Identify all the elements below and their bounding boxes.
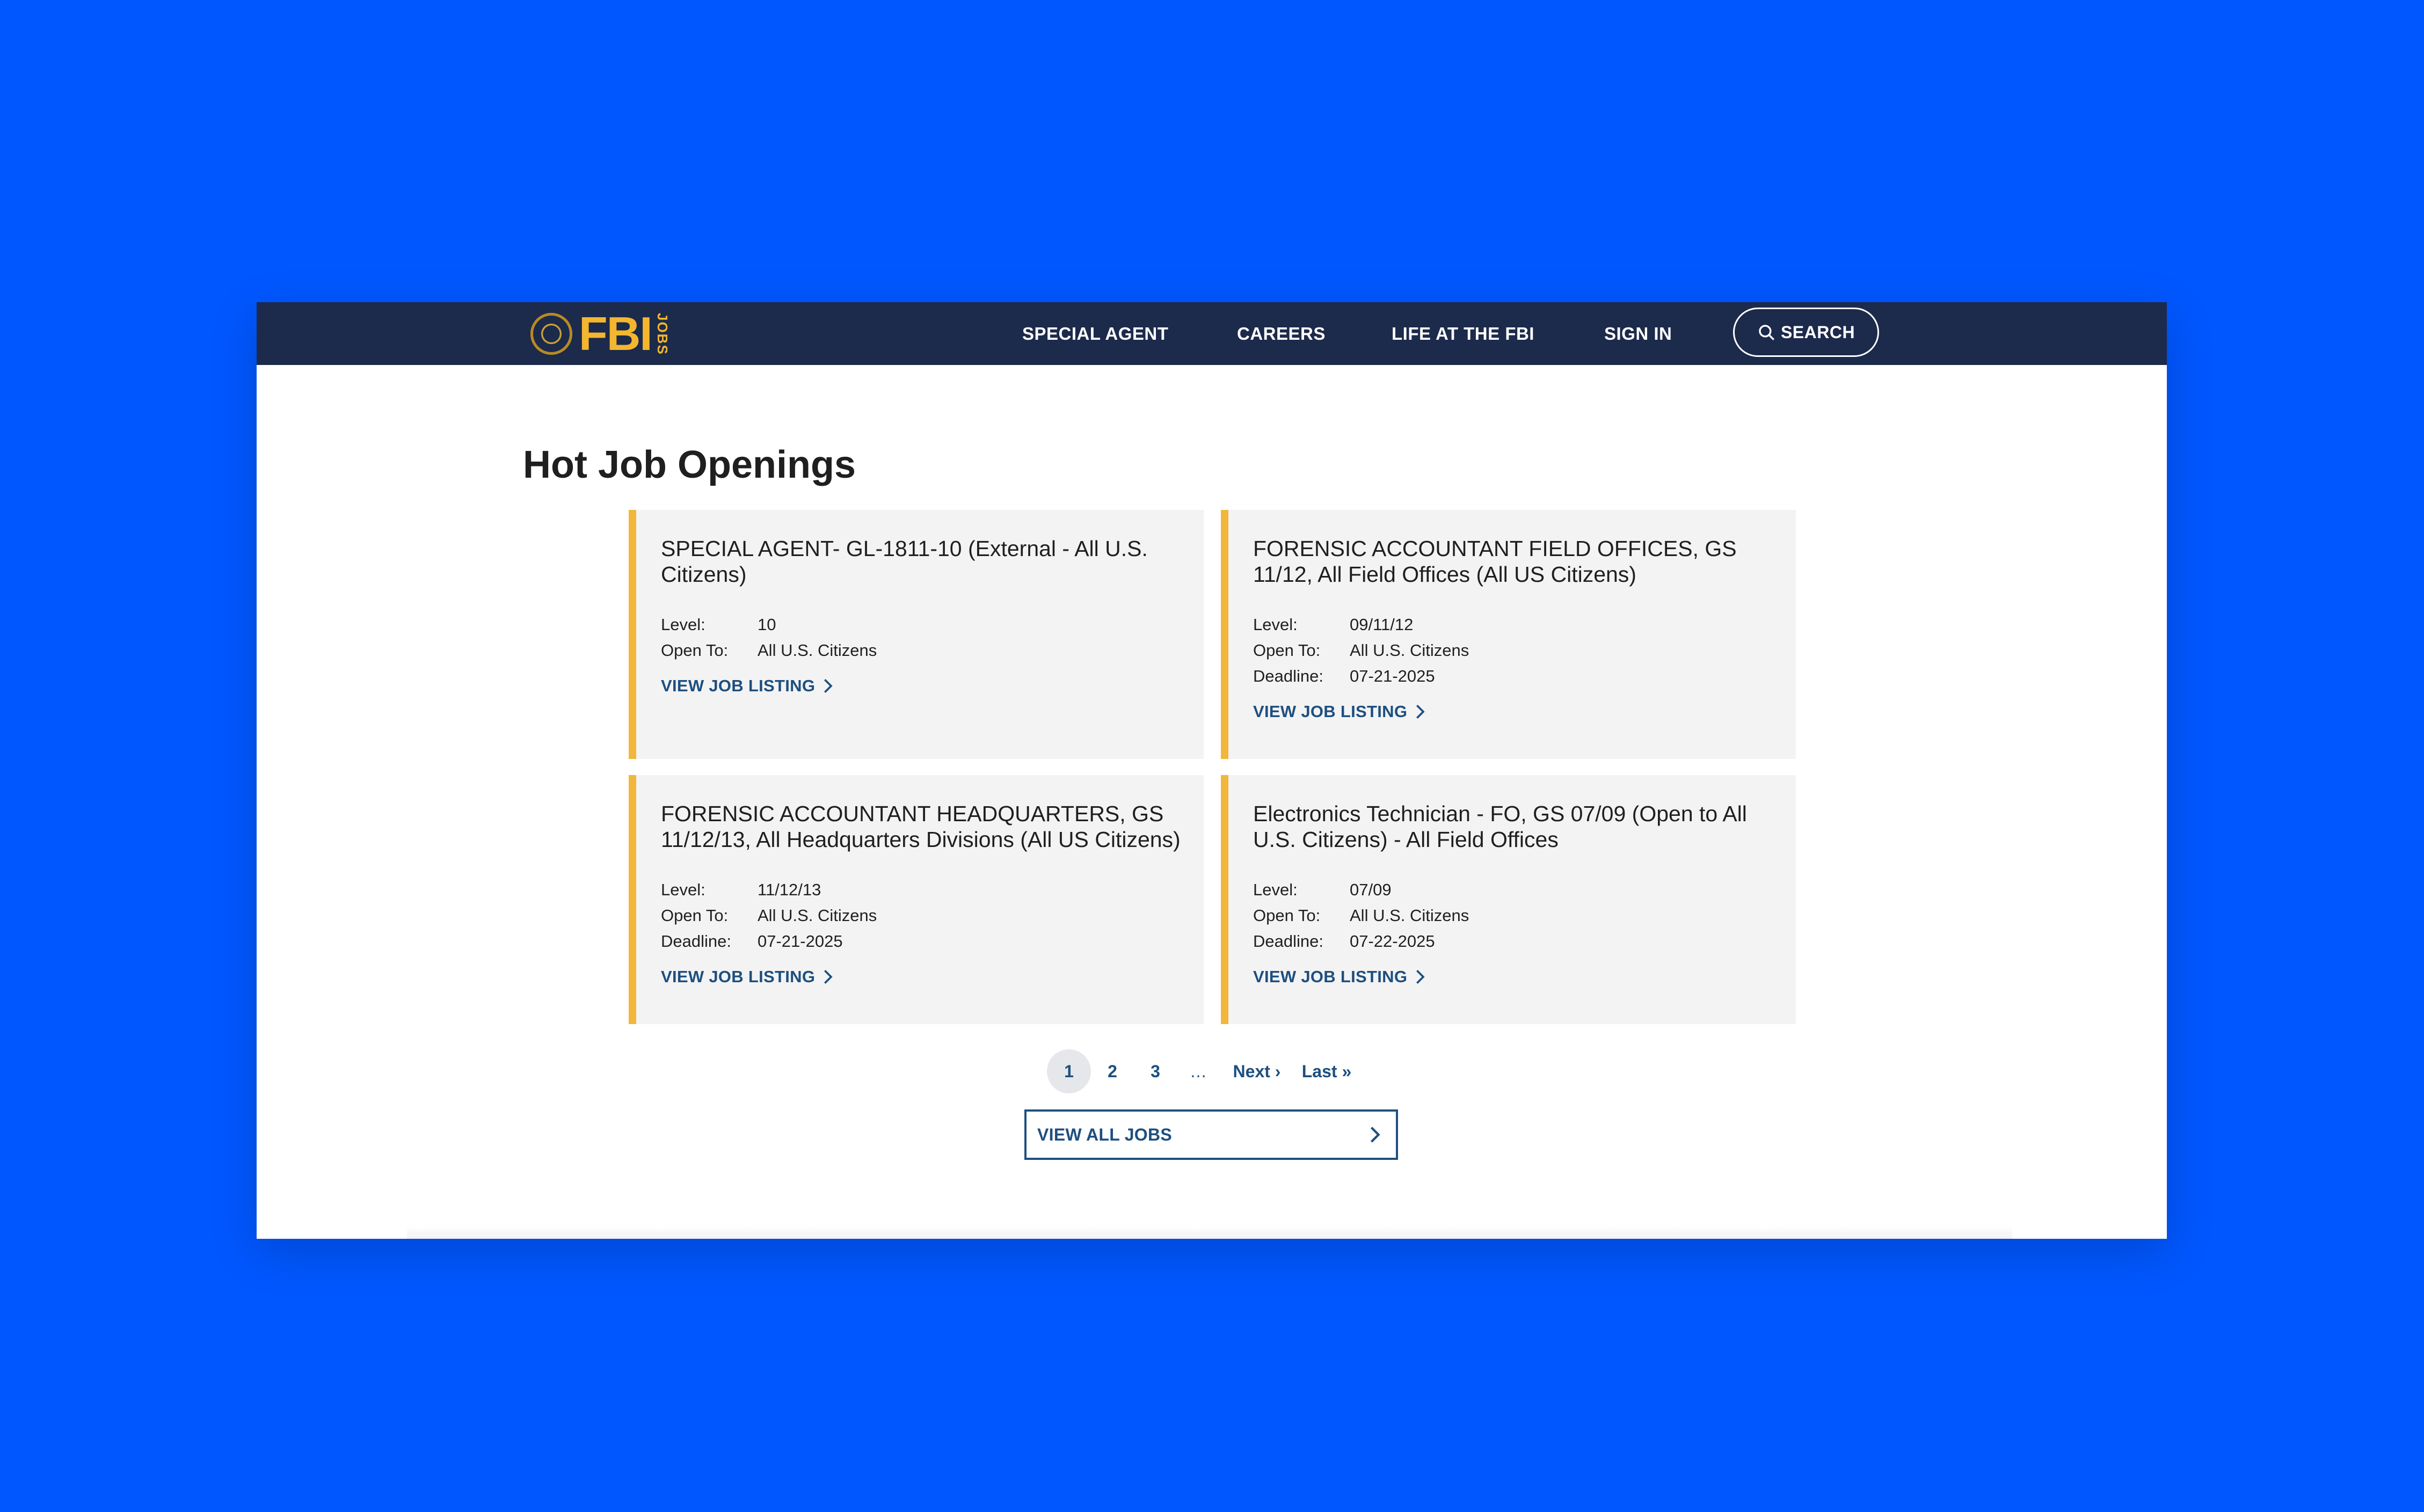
- deadline-label: Deadline:: [1253, 932, 1323, 951]
- view-job-listing-label: VIEW JOB LISTING: [1253, 702, 1408, 721]
- job-deadline-row: Deadline: 07-21-2025: [661, 929, 1204, 954]
- fbi-jobs-logo[interactable]: FBI JOBS: [530, 307, 671, 360]
- deadline-value: 07-21-2025: [758, 932, 843, 951]
- section-divider-shadow: [407, 1226, 2012, 1239]
- level-value: 07/09: [1350, 880, 1392, 899]
- open-to-value: All U.S. Citizens: [758, 906, 877, 925]
- logo-subtext: JOBS: [654, 312, 671, 355]
- job-level-row: Level: 10: [661, 612, 1204, 638]
- chevron-right-icon: [1370, 1127, 1380, 1143]
- level-label: Level:: [661, 880, 705, 899]
- nav-special-agent[interactable]: SPECIAL AGENT: [1022, 302, 1168, 365]
- job-open-to-row: Open To: All U.S. Citizens: [661, 903, 1204, 929]
- nav-sign-in[interactable]: SIGN IN: [1604, 302, 1672, 365]
- view-all-jobs-button[interactable]: VIEW ALL JOBS: [1024, 1109, 1398, 1160]
- fbi-seal-icon: [530, 313, 572, 355]
- browser-window: FBI JOBS SPECIAL AGENT CAREERS LIFE AT T…: [257, 302, 2167, 1239]
- job-deadline-row: Deadline: 07-22-2025: [1253, 929, 1796, 954]
- pagination-ellipsis: …: [1190, 1061, 1207, 1081]
- view-job-listing-link[interactable]: VIEW JOB LISTING: [661, 676, 834, 696]
- view-job-listing-link[interactable]: VIEW JOB LISTING: [1253, 702, 1426, 721]
- open-to-value: All U.S. Citizens: [758, 641, 877, 660]
- search-icon: [1759, 325, 1774, 340]
- deadline-label: Deadline:: [1253, 667, 1323, 685]
- view-job-listing-link[interactable]: VIEW JOB LISTING: [661, 967, 834, 987]
- job-title: SPECIAL AGENT- GL-1811-10 (External - Al…: [661, 536, 1148, 587]
- job-title: Electronics Technician - FO, GS 07/09 (O…: [1253, 801, 1747, 852]
- level-label: Level:: [1253, 615, 1298, 634]
- open-to-label: Open To:: [661, 641, 729, 660]
- nav-careers[interactable]: CAREERS: [1237, 302, 1326, 365]
- open-to-value: All U.S. Citizens: [1350, 906, 1469, 925]
- open-to-value: All U.S. Citizens: [1350, 641, 1469, 660]
- view-job-listing-link[interactable]: VIEW JOB LISTING: [1253, 967, 1426, 987]
- logo-text: FBI: [579, 307, 653, 360]
- job-card: Electronics Technician - FO, GS 07/09 (O…: [1221, 775, 1796, 1024]
- level-label: Level:: [661, 615, 705, 634]
- chevron-right-icon: [824, 679, 833, 693]
- page-2-link[interactable]: 2: [1091, 1049, 1134, 1093]
- job-card: FORENSIC ACCOUNTANT HEADQUARTERS, GS 11/…: [629, 775, 1204, 1024]
- next-page-link[interactable]: Next ›: [1220, 1049, 1294, 1093]
- view-job-listing-label: VIEW JOB LISTING: [661, 676, 816, 695]
- deadline-value: 07-22-2025: [1350, 932, 1435, 951]
- job-card: FORENSIC ACCOUNTANT FIELD OFFICES, GS 11…: [1221, 510, 1796, 759]
- job-title: FORENSIC ACCOUNTANT FIELD OFFICES, GS 11…: [1253, 536, 1737, 587]
- page-1-current[interactable]: 1: [1047, 1049, 1091, 1093]
- deadline-label: Deadline:: [661, 932, 731, 951]
- pagination: 1 2 3 … Next › Last »: [1047, 1049, 1359, 1093]
- view-job-listing-label: VIEW JOB LISTING: [661, 967, 816, 986]
- job-open-to-row: Open To: All U.S. Citizens: [1253, 638, 1796, 663]
- chevron-right-icon: [824, 970, 833, 984]
- nav-life-at-the-fbi[interactable]: LIFE AT THE FBI: [1392, 302, 1534, 365]
- top-navbar: FBI JOBS SPECIAL AGENT CAREERS LIFE AT T…: [257, 302, 2167, 365]
- deadline-value: 07-21-2025: [1350, 667, 1435, 685]
- last-page-link[interactable]: Last »: [1294, 1049, 1359, 1093]
- job-level-row: Level: 09/11/12: [1253, 612, 1796, 638]
- level-label: Level:: [1253, 880, 1298, 899]
- view-all-jobs-label: VIEW ALL JOBS: [1037, 1124, 1173, 1144]
- chevron-right-icon: [1416, 705, 1425, 719]
- page-title: Hot Job Openings: [523, 443, 856, 486]
- job-deadline-row: Deadline: 07-21-2025: [1253, 663, 1796, 689]
- job-open-to-row: Open To: All U.S. Citizens: [1253, 903, 1796, 929]
- job-level-row: Level: 11/12/13: [661, 877, 1204, 903]
- page-3-link[interactable]: 3: [1134, 1049, 1177, 1093]
- open-to-label: Open To:: [661, 906, 729, 925]
- level-value: 11/12/13: [758, 880, 821, 899]
- search-button[interactable]: SEARCH: [1733, 308, 1879, 357]
- chevron-right-icon: [1416, 970, 1425, 984]
- search-label: SEARCH: [1780, 322, 1855, 342]
- job-open-to-row: Open To: All U.S. Citizens: [661, 638, 1204, 663]
- job-card: SPECIAL AGENT- GL-1811-10 (External - Al…: [629, 510, 1204, 759]
- job-level-row: Level: 07/09: [1253, 877, 1796, 903]
- level-value: 10: [758, 615, 776, 634]
- level-value: 09/11/12: [1350, 615, 1414, 634]
- open-to-label: Open To:: [1253, 906, 1321, 925]
- view-job-listing-label: VIEW JOB LISTING: [1253, 967, 1408, 986]
- job-title: FORENSIC ACCOUNTANT HEADQUARTERS, GS 11/…: [661, 801, 1181, 852]
- open-to-label: Open To:: [1253, 641, 1321, 660]
